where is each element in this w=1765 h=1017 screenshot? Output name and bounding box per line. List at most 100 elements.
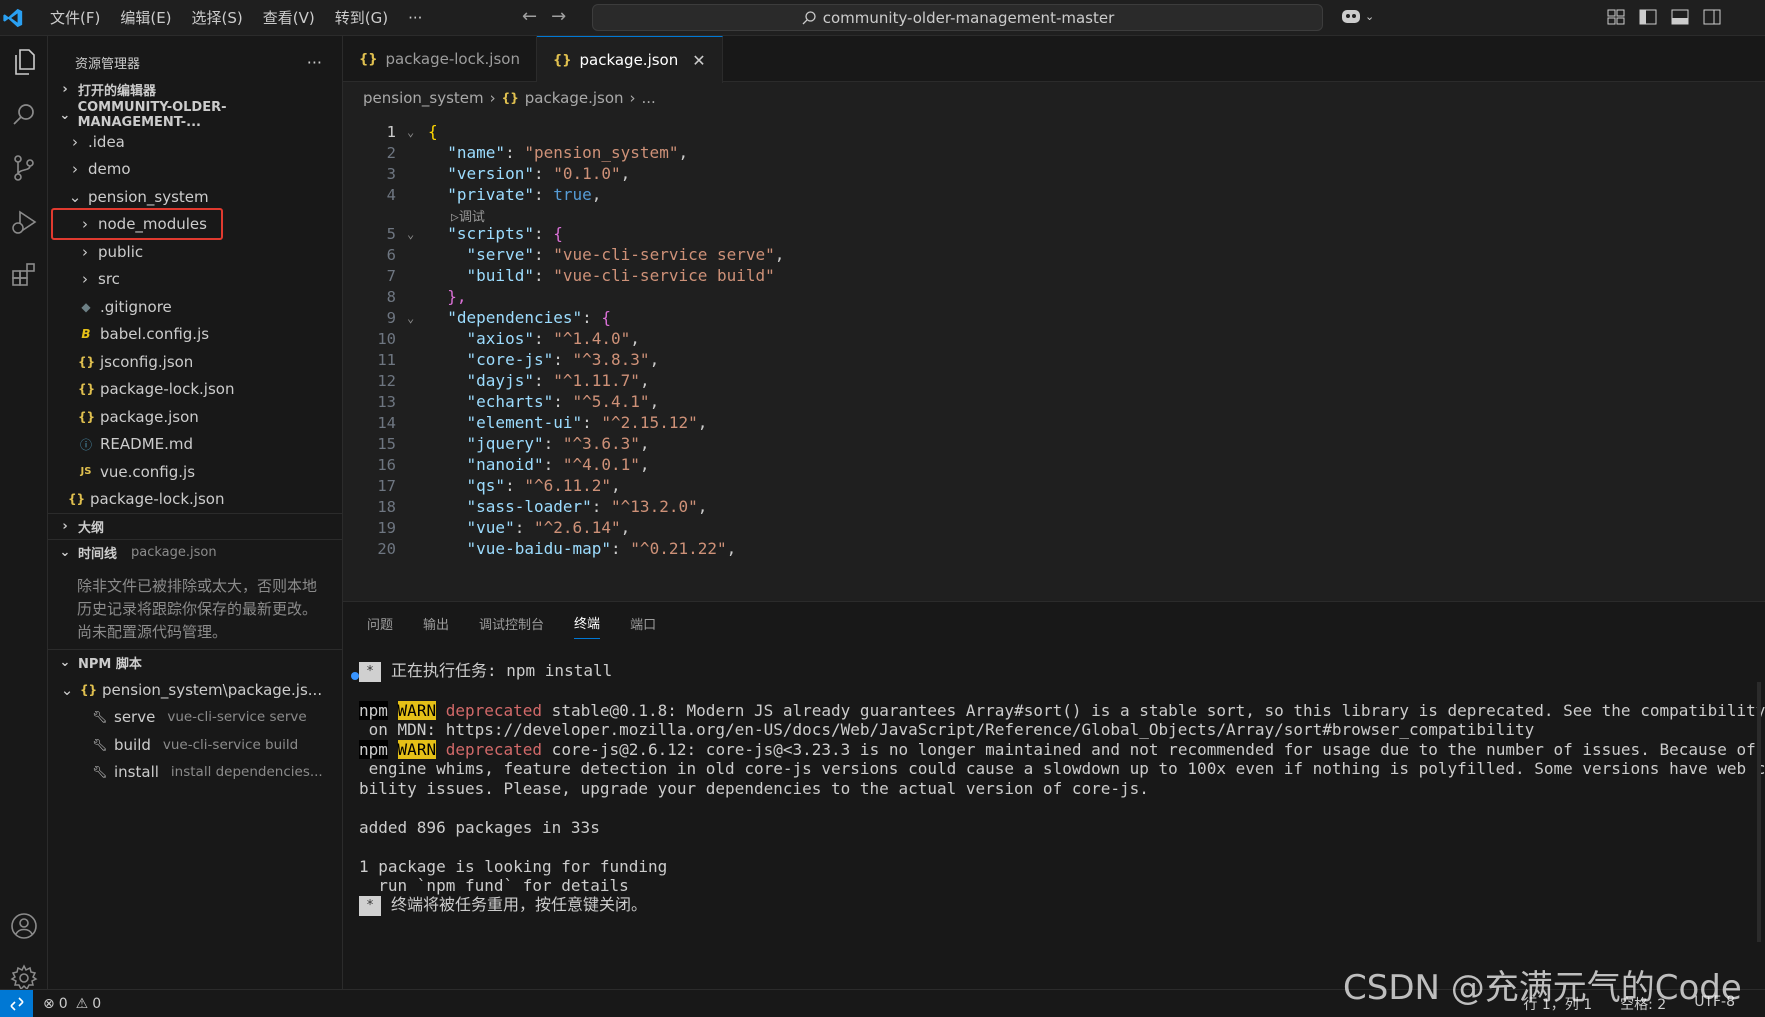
- open-editors-section[interactable]: › 打开的编辑器: [48, 76, 342, 102]
- terminal-output[interactable]: * 正在执行任务: npm install npm WARN deprecated…: [359, 602, 1765, 916]
- problems-status[interactable]: ⊗ 0 ⚠ 0: [43, 996, 101, 1012]
- explorer-icon[interactable]: [0, 38, 48, 86]
- extensions-icon[interactable]: [0, 251, 48, 299]
- code-line: 1 ⌄ {: [343, 120, 1743, 144]
- code-line: 6 "serve": "vue-cli-service serve",: [343, 243, 1743, 267]
- terminal-task-icon: *: [359, 661, 381, 682]
- source-control-icon[interactable]: [0, 144, 48, 192]
- menu-view[interactable]: 查看(V): [253, 0, 325, 36]
- explorer-sidebar: 资源管理器 ··· › 打开的编辑器 ⌄ COMMUNITY-OLDER-MAN…: [48, 36, 343, 989]
- json-file-icon: {}: [501, 91, 519, 105]
- editor-tabs: {} package-lock.json {} package.json ✕: [343, 36, 1765, 83]
- npm-script-desc: vue-cli-service serve: [167, 709, 307, 726]
- terminal-scrollbar[interactable]: [1757, 682, 1761, 942]
- chevron-down-icon: ⌄: [59, 545, 71, 560]
- command-center-search[interactable]: community-older-management-master: [592, 4, 1323, 31]
- search-view-icon[interactable]: [0, 91, 48, 139]
- chevron-down-icon: ⌄: [60, 680, 74, 699]
- menu-edit[interactable]: 编辑(E): [110, 0, 181, 36]
- fold-chevron-down-icon[interactable]: ⌄: [407, 125, 414, 139]
- tree-file-root-package-lock[interactable]: {} package-lock.json: [48, 486, 342, 514]
- timeline-section[interactable]: ⌄ 时间线 package.json: [48, 539, 342, 565]
- tree-file-package-json[interactable]: {} package.json: [48, 403, 342, 431]
- outline-label: 大纲: [78, 521, 105, 536]
- breadcrumb-file[interactable]: package.json: [525, 89, 624, 107]
- code-text: "dependencies": {: [447, 308, 612, 328]
- npm-package-item[interactable]: ⌄ {} pension_system\package.js...: [48, 676, 343, 704]
- vscode-logo-icon[interactable]: [0, 5, 26, 31]
- fold-chevron-down-icon[interactable]: ⌄: [407, 311, 414, 325]
- forward-arrow-icon[interactable]: →: [551, 6, 566, 27]
- fold-chevron-down-icon[interactable]: ⌄: [407, 227, 414, 241]
- tree-file-vue-config[interactable]: JS vue.config.js: [48, 458, 342, 486]
- line-number: 20: [377, 539, 396, 558]
- tree-folder-public[interactable]: › public: [48, 238, 342, 266]
- open-editors-label: 打开的编辑器: [78, 83, 157, 99]
- panel-tab-output[interactable]: 输出: [423, 614, 449, 633]
- outline-section[interactable]: › 大纲: [48, 513, 342, 539]
- npm-script-install[interactable]: 🔧︎ install install dependencies...: [48, 759, 343, 787]
- remote-indicator[interactable]: [0, 989, 33, 1017]
- tree-file-package-lock[interactable]: {} package-lock.json: [48, 376, 342, 404]
- line-number: 1: [386, 122, 396, 141]
- tree-item-label: vue.config.js: [100, 462, 196, 481]
- breadcrumb-more[interactable]: ...: [642, 89, 656, 107]
- toggle-primary-sidebar-icon[interactable]: [1637, 6, 1659, 28]
- customize-layout-icon[interactable]: [1605, 6, 1627, 28]
- line-number: 5: [386, 224, 396, 243]
- tab-package-json[interactable]: {} package.json ✕: [536, 36, 723, 83]
- warning-icon: ⚠: [75, 995, 89, 1012]
- line-number: 4: [386, 185, 396, 204]
- npm-label: npm: [359, 701, 388, 720]
- warn-text: stable@0.1.8: Modern JS already guarante…: [542, 701, 1765, 720]
- tree-folder-idea[interactable]: › .idea: [48, 128, 342, 156]
- toggle-secondary-sidebar-icon[interactable]: [1701, 6, 1723, 28]
- tree-folder-demo[interactable]: › demo: [48, 156, 342, 184]
- code-line: 2 "name": "pension_system",: [343, 141, 1743, 165]
- warn-text: core-js@2.6.12: core-js@<3.23.3 is no lo…: [542, 740, 1765, 759]
- run-debug-icon[interactable]: [0, 198, 48, 246]
- explorer-more-button[interactable]: ···: [307, 53, 322, 72]
- warn-badge: WARN: [397, 701, 437, 720]
- panel-tab-terminal[interactable]: 终端: [574, 613, 601, 639]
- account-icon[interactable]: [0, 902, 48, 950]
- search-text: community-older-management-master: [822, 8, 1115, 27]
- chevron-right-icon: ›: [62, 81, 68, 97]
- timeline-file: package.json: [131, 545, 217, 560]
- code-line: 3 "version": "0.1.0",: [343, 162, 1743, 186]
- close-tab-icon[interactable]: ✕: [692, 51, 705, 70]
- back-arrow-icon[interactable]: ←: [522, 6, 537, 27]
- breadcrumb-folder[interactable]: pension_system: [363, 89, 484, 107]
- tree-file-babel-config[interactable]: B babel.config.js: [48, 321, 342, 349]
- panel-tab-ports[interactable]: 端口: [630, 614, 656, 633]
- menu-more[interactable]: ···: [398, 0, 432, 36]
- npm-script-serve[interactable]: 🔧︎ serve vue-cli-service serve: [48, 704, 343, 732]
- npm-scripts-section[interactable]: ⌄ NPM 脚本: [48, 649, 343, 675]
- tree-folder-src[interactable]: › src: [48, 266, 342, 294]
- menu-go[interactable]: 转到(G): [325, 0, 398, 36]
- remote-icon: [9, 996, 24, 1011]
- menu-selection[interactable]: 选择(S): [182, 0, 253, 36]
- tree-folder-pension-system[interactable]: ⌄ pension_system: [48, 183, 342, 211]
- code-text: "version": "0.1.0",: [447, 164, 631, 184]
- workspace-root[interactable]: ⌄ COMMUNITY-OLDER-MANAGEMENT-...: [48, 100, 342, 130]
- tree-file-gitignore[interactable]: ◆ .gitignore: [48, 293, 342, 321]
- code-text: "axios": "^1.4.0",: [466, 329, 640, 349]
- panel-tab-debug-console[interactable]: 调试控制台: [479, 614, 544, 633]
- tab-package-lock-json[interactable]: {} package-lock.json: [343, 36, 537, 82]
- code-line: 16 "nanoid": "^4.0.1",: [343, 453, 1743, 477]
- menu-file[interactable]: 文件(F): [40, 0, 110, 36]
- code-text: "serve": "vue-cli-service serve",: [466, 245, 785, 265]
- code-editor[interactable]: 1 ⌄{2 "name": "pension_system", 3 "version…: [343, 114, 1765, 601]
- tree-item-label: package.json: [100, 407, 199, 426]
- tree-file-readme[interactable]: ⓘ README.md: [48, 431, 342, 459]
- code-line: 9 ⌄ "dependencies": {: [343, 306, 1743, 330]
- json-file-icon: {}: [80, 682, 98, 697]
- line-number: 3: [386, 164, 396, 183]
- copilot-button[interactable]: ⌄: [1340, 6, 1374, 26]
- tree-file-jsconfig[interactable]: {} jsconfig.json: [48, 348, 342, 376]
- npm-script-build[interactable]: 🔧︎ build vue-cli-service build: [48, 731, 343, 759]
- chevron-right-icon: ›: [629, 89, 636, 107]
- toggle-panel-icon[interactable]: [1669, 6, 1691, 28]
- code-text: "qs": "^6.11.2",: [466, 476, 621, 496]
